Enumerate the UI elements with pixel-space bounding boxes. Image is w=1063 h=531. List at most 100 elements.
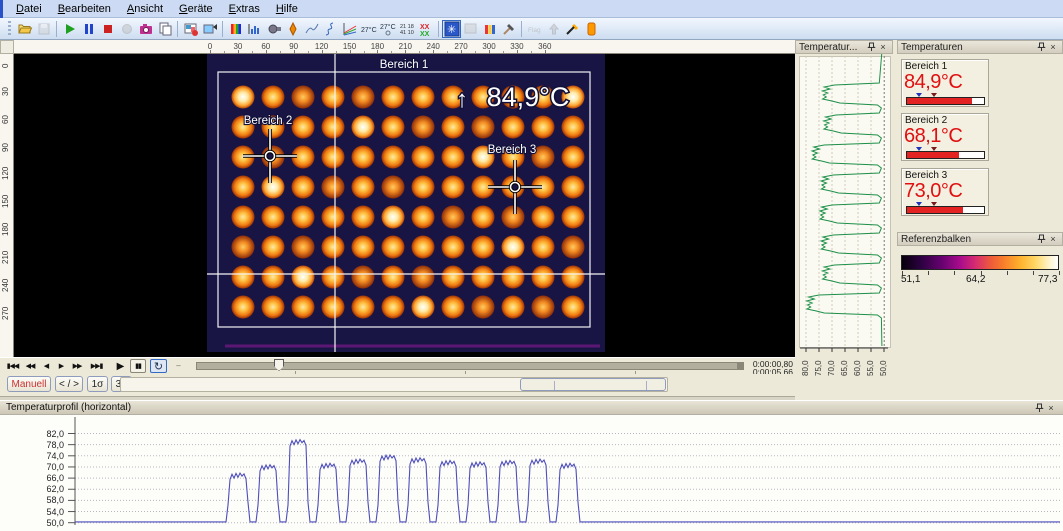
horizontal-profile-title: Temperaturprofil (horizontal) — [6, 402, 132, 413]
timeline-endcap — [737, 363, 743, 369]
freeze-icon[interactable]: ✳ — [442, 19, 461, 38]
ruler-minor-tick — [224, 51, 225, 53]
reference-title: Referenzbalken — [901, 233, 972, 245]
wrench-icon[interactable] — [563, 20, 582, 38]
horizontal-axis-label: 74,0 — [46, 450, 64, 461]
toolbar-separator — [177, 20, 178, 37]
camera-icon[interactable] — [136, 20, 155, 38]
multi-chart-icon[interactable] — [340, 20, 359, 38]
temp-display-icon[interactable]: 27°C — [359, 20, 378, 38]
max-marker-icon — [931, 93, 937, 97]
menu-item-extras[interactable]: Extras — [221, 1, 268, 17]
fast-forward-button[interactable]: ▶▶ — [70, 359, 84, 373]
loop-button[interactable]: ↻ — [150, 359, 167, 373]
spot-temperature: 84,9°C — [487, 82, 570, 112]
image-export-icon[interactable] — [200, 20, 219, 38]
reference-tick — [1006, 271, 1008, 275]
palette-icon[interactable] — [226, 20, 245, 38]
orange-bar-icon[interactable] — [582, 20, 601, 38]
skip-end-button[interactable]: ▶▶▮ — [88, 359, 105, 373]
min-marker-icon — [916, 147, 922, 151]
temperature-bar-fill — [907, 98, 973, 104]
grip-line — [554, 381, 555, 390]
stop-icon[interactable] — [98, 20, 117, 38]
pause-icon[interactable] — [79, 20, 98, 38]
ruler-minor-tick — [419, 51, 421, 53]
rewind-button[interactable]: ◀◀ — [23, 359, 37, 373]
temperature-bar — [906, 151, 985, 159]
menu-item-bearbeiten[interactable]: Bearbeiten — [50, 1, 119, 17]
histogram-icon[interactable] — [245, 20, 264, 38]
pin-icon[interactable] — [1033, 402, 1045, 413]
color-columns-icon[interactable] — [480, 20, 499, 38]
vertical-axis-label: 65,0 — [840, 360, 849, 376]
pin-icon[interactable] — [865, 42, 877, 53]
step-forward-button[interactable]: ▶ — [56, 359, 66, 373]
profile-curve-icon[interactable] — [321, 20, 340, 38]
close-icon[interactable]: × — [1047, 42, 1059, 53]
menu-item-geraete[interactable]: Geräte — [171, 1, 221, 17]
max-marker-icon — [931, 202, 937, 206]
pause-button[interactable]: ▮▮ — [130, 359, 146, 373]
max-marker-icon — [931, 147, 937, 151]
ruler-minor-tick — [363, 51, 365, 53]
step-back-button[interactable]: ◀ — [41, 359, 51, 373]
pin-icon[interactable] — [1035, 42, 1047, 53]
sigma1-button[interactable]: 1σ — [87, 376, 108, 392]
horizontal-axis-label: 78,0 — [46, 439, 64, 450]
pin-icon[interactable] — [1035, 234, 1047, 245]
vertical-axis-label: 55,0 — [866, 360, 875, 376]
play-icon[interactable] — [60, 20, 79, 38]
bereich2-label: Bereich 2 — [244, 115, 293, 127]
zoom-scrollbar-track[interactable] — [120, 377, 668, 392]
reference-tick — [928, 271, 930, 275]
vertical-profile-chart — [800, 54, 888, 352]
ruler-tick: 0 — [1, 63, 10, 68]
delete-measure-icon[interactable]: XX XX — [416, 20, 435, 38]
playback-bar: 0:00:00,80 0:00:05,66 ▮◀◀ ◀◀ ◀ ▶ ▶▶ ▶▶▮ ▶ ▮▮ ↻ ┉ — [0, 357, 795, 377]
svg-text:27°C: 27°C — [361, 26, 377, 34]
temp-point-icon[interactable]: 27°C — [378, 20, 397, 38]
close-icon[interactable]: × — [877, 42, 889, 53]
copy-icon[interactable] — [155, 20, 174, 38]
step-mode-button[interactable]: < / > — [55, 376, 83, 392]
line-chart-icon[interactable] — [302, 20, 321, 38]
temp-table-icon[interactable]: 21 18 41 10 — [397, 20, 416, 38]
menu-item-hilfe[interactable]: Hilfe — [268, 1, 306, 17]
menu-item-ansicht[interactable]: Ansicht — [119, 1, 171, 17]
horizontal-profile-chart — [68, 417, 1060, 525]
thermal-canvas[interactable]: Bereich 1 Bereich 2 Bereich 3 ↑ 84,9°C — [14, 54, 795, 357]
min-marker-icon — [916, 202, 922, 206]
toolbar: 27°C 27°C 21 18 41 10 XX XX ✳ Flag — [0, 18, 1063, 40]
open-folder-icon[interactable] — [15, 20, 34, 38]
hammer-icon[interactable] — [499, 20, 518, 38]
image-gray-icon — [461, 20, 480, 38]
flag-icon: Flag — [525, 20, 544, 38]
skip-start-button[interactable]: ▮◀◀ — [4, 359, 21, 373]
range-button: ┉ — [176, 363, 180, 370]
vertical-profile-header: Temperatur... × — [795, 40, 893, 54]
play-button[interactable]: ▶ — [114, 359, 126, 373]
vertical-axis-label: 75,0 — [814, 360, 823, 376]
zoom-scrollbar-thumb[interactable] — [520, 378, 666, 391]
ruler-tick: 270 — [1, 306, 10, 320]
ruler-tick: 60 — [1, 115, 10, 124]
ruler-minor-tick — [335, 51, 337, 53]
close-icon[interactable]: × — [1047, 234, 1059, 245]
grip-line — [646, 381, 647, 390]
temperature-value: 73,0°C — [904, 180, 963, 202]
image-palette-icon[interactable] — [181, 20, 200, 38]
ruler-minor-tick — [447, 51, 449, 53]
ruler-tick: 120 — [1, 166, 10, 180]
ruler-minor-tick — [530, 51, 532, 53]
video-camera-icon[interactable] — [264, 20, 283, 38]
menu-item-datei[interactable]: Datei — [8, 1, 50, 17]
min-marker-icon — [916, 93, 922, 97]
bereich1-label: Bereich 1 — [380, 59, 429, 71]
reference-header: Referenzbalken × — [897, 232, 1063, 246]
horizontal-profile-header: Temperaturprofil (horizontal) × — [0, 400, 1063, 415]
close-icon[interactable]: × — [1045, 402, 1057, 413]
manual-mode-button[interactable]: Manuell — [7, 376, 51, 392]
marker-icon[interactable] — [283, 20, 302, 38]
svg-text:XX: XX — [420, 31, 430, 37]
